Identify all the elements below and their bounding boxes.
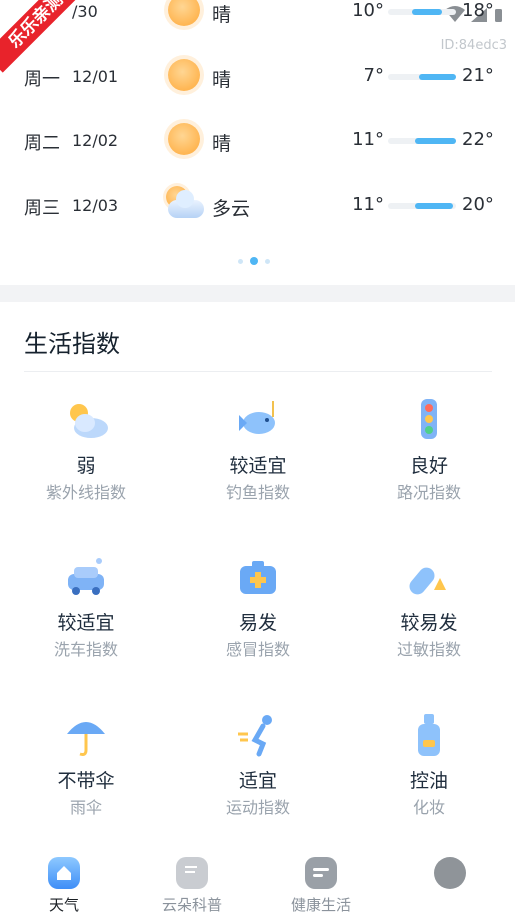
health-list-icon (305, 857, 337, 889)
life-index-item[interactable]: 适宜 运动指数 (172, 710, 344, 840)
index-value: 较适宜 (229, 455, 287, 477)
forecast-condition: 晴 (212, 133, 232, 155)
index-value: 弱 (76, 455, 96, 477)
forecast-condition: 晴 (212, 4, 232, 26)
tab-label: 天气 (48, 896, 79, 914)
life-index-title: 生活指数 (24, 330, 120, 358)
index-label: 洗车指数 (53, 640, 118, 659)
forecast-condition: 多云 (212, 198, 251, 220)
runner-icon (233, 710, 283, 760)
forecast-day: 周一 (24, 69, 60, 90)
life-index-item[interactable]: 控油 化妆 (343, 710, 515, 840)
index-value: 不带伞 (57, 770, 115, 792)
forecast-low-temp: 11° (352, 194, 384, 215)
tab-profile[interactable] (386, 850, 514, 917)
forecast-high-temp: 18° (462, 0, 494, 21)
pager-dot-active[interactable] (250, 257, 258, 265)
pager-dot[interactable] (265, 259, 270, 264)
sun-icon (164, 0, 204, 30)
temp-range-fill (415, 138, 456, 144)
tab-weather[interactable]: 天气 (0, 850, 128, 917)
temp-range-fill (415, 203, 453, 209)
uv-sun-cloud-icon (61, 395, 111, 445)
section-divider (0, 285, 515, 302)
forecast-row[interactable]: /30 晴 10° 18° (0, 0, 515, 40)
tab-health[interactable]: 健康生活 (257, 850, 385, 917)
forecast-row[interactable]: 周一 12/01 晴 7° 21° (0, 45, 515, 105)
forecast-pager[interactable] (238, 257, 274, 265)
index-label: 运动指数 (225, 798, 290, 817)
forecast-date: /30 (72, 2, 98, 21)
umbrella-icon (61, 710, 111, 760)
index-value: 控油 (409, 770, 448, 792)
temp-range-bar (388, 203, 456, 209)
temp-range-fill (418, 74, 456, 80)
index-value: 较适宜 (57, 612, 115, 634)
tab-label: 健康生活 (290, 896, 351, 914)
science-doc-icon (176, 857, 208, 889)
bottom-tab-bar: 天气 云朵科普 健康生活 (0, 850, 515, 917)
traffic-light-icon (404, 395, 454, 445)
life-index-item[interactable]: 弱紫外线指数 (0, 395, 172, 525)
life-index-item[interactable]: 较适宜 钓鱼指数 (172, 395, 344, 525)
forecast-condition: 晴 (212, 69, 232, 91)
forecast-low-temp: 11° (352, 129, 384, 150)
tab-label: 云朵科普 (161, 896, 222, 914)
forecast-low-temp: 10° (352, 0, 384, 21)
life-index-item[interactable]: 较易发 过敏指数 (343, 552, 515, 682)
index-value: 适宜 (238, 770, 277, 792)
forecast-date: 12/02 (72, 131, 119, 150)
tab-science[interactable]: 云朵科普 (128, 850, 256, 917)
partly-cloudy-icon (164, 184, 204, 224)
index-label: 化妆 (412, 798, 445, 817)
forecast-row[interactable]: 周三 12/03 多云 11° 20° (0, 174, 515, 234)
index-value: 良好 (409, 455, 448, 477)
temp-range-bar (388, 9, 456, 15)
forecast-high-temp: 21° (462, 65, 494, 86)
temp-range-bar (388, 138, 456, 144)
car-wash-icon (61, 552, 111, 602)
temp-range-bar (388, 74, 456, 80)
life-index-item[interactable]: 较适宜 洗车指数 (0, 552, 172, 682)
index-label: 紫外线指数 (45, 483, 126, 502)
life-index-item[interactable]: 不带伞 雨伞 (0, 710, 172, 840)
cosmetic-bottle-icon (404, 710, 454, 760)
index-label: 雨伞 (69, 798, 102, 817)
profile-icon (434, 857, 466, 889)
life-index-item[interactable]: 易发 感冒指数 (172, 552, 344, 682)
medical-kit-icon (233, 552, 283, 602)
forecast-date: 12/01 (72, 67, 119, 86)
forecast-day: 周三 (24, 198, 60, 219)
sun-icon (164, 119, 204, 159)
pager-dot[interactable] (238, 259, 243, 264)
forecast-high-temp: 22° (462, 129, 494, 150)
index-label: 钓鱼指数 (225, 483, 290, 502)
sun-icon (164, 55, 204, 95)
fish-icon (233, 395, 283, 445)
forecast-high-temp: 20° (462, 194, 494, 215)
index-value: 较易发 (400, 612, 458, 634)
temp-range-fill (411, 9, 443, 15)
index-label: 感冒指数 (225, 640, 290, 659)
forecast-date: 12/03 (72, 196, 119, 215)
forecast-row[interactable]: 周二 12/02 晴 11° 22° (0, 109, 515, 169)
index-label: 路况指数 (396, 483, 461, 502)
index-value: 易发 (238, 612, 277, 634)
forecast-low-temp: 7° (363, 65, 384, 86)
allergy-pill-icon (404, 552, 454, 602)
home-weather-icon (48, 857, 80, 889)
index-label: 过敏指数 (396, 640, 461, 659)
forecast-day: 周二 (24, 133, 60, 154)
life-index-item[interactable]: 良好 路况指数 (343, 395, 515, 525)
title-underline (24, 371, 492, 372)
